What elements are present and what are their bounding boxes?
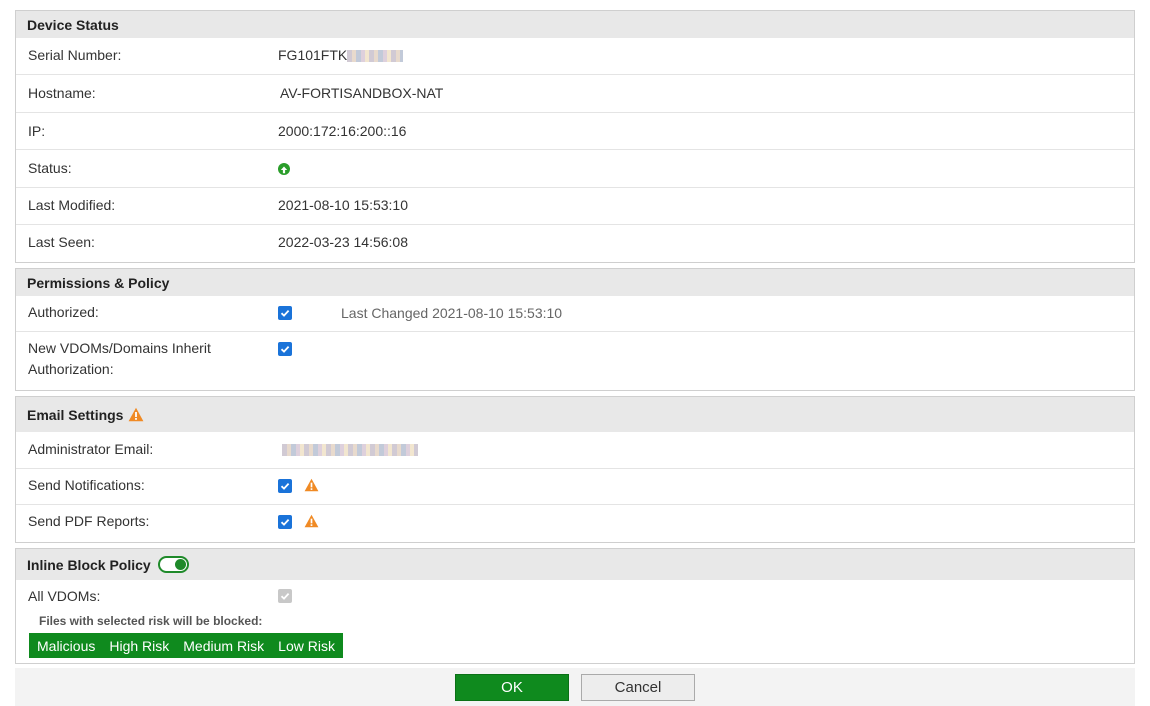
authorized-checkbox[interactable]: [278, 306, 292, 320]
send-notifications-checkbox[interactable]: [278, 479, 292, 493]
permissions-section: Permissions & Policy Authorized: Last Ch…: [15, 268, 1135, 391]
dialog-footer: OK Cancel: [15, 668, 1135, 706]
status-row: Status:: [16, 150, 1134, 188]
all-vdoms-label: All VDOMs:: [28, 588, 101, 604]
serial-number-label: Serial Number:: [28, 47, 122, 63]
ip-row: IP: 2000:172:16:200::16: [16, 113, 1134, 150]
redacted-email: [282, 444, 418, 456]
risk-level-bar: Malicious High Risk Medium Risk Low Risk: [29, 633, 343, 658]
redacted-block: [347, 50, 404, 63]
admin-email-row: Administrator Email:: [16, 432, 1134, 469]
risk-medium[interactable]: Medium Risk: [183, 638, 264, 654]
device-status-header: Device Status: [16, 11, 1134, 38]
device-status-section: Device Status Serial Number: FG101FTK Ho…: [15, 10, 1135, 263]
email-settings-title: Email Settings: [27, 406, 124, 423]
risk-high[interactable]: High Risk: [109, 638, 169, 654]
all-vdoms-checkbox: [278, 589, 292, 603]
ip-value: 2000:172:16:200::16: [278, 123, 407, 139]
last-modified-label: Last Modified:: [28, 197, 116, 213]
inline-block-toggle[interactable]: [157, 556, 189, 573]
warning-icon: [304, 478, 319, 492]
ok-button[interactable]: OK: [455, 674, 569, 701]
serial-number-row: Serial Number: FG101FTK: [16, 38, 1134, 75]
toggle-knob: [174, 559, 186, 570]
inherit-label-line1: New VDOMs/Domains Inherit: [28, 340, 211, 356]
authorized-row: Authorized: Last Changed 2021-08-10 15:5…: [16, 296, 1134, 332]
authorized-label: Authorized:: [28, 304, 99, 320]
send-pdf-reports-checkbox[interactable]: [278, 515, 292, 529]
arrow-up-circle-icon: [278, 163, 290, 175]
last-changed-text: Last Changed 2021-08-10 15:53:10: [341, 305, 563, 321]
last-seen-row: Last Seen: 2022-03-23 14:56:08: [16, 225, 1134, 262]
hostname-label: Hostname:: [28, 85, 96, 101]
serial-number-text: FG101FTK: [278, 47, 348, 63]
send-notifications-label: Send Notifications:: [28, 477, 145, 493]
device-status-title: Device Status: [27, 16, 119, 33]
inherit-authorization-checkbox[interactable]: [278, 342, 292, 356]
ip-label: IP:: [28, 123, 46, 139]
hostname-value: AV-FORTISANDBOX-NAT: [280, 85, 444, 101]
risk-malicious[interactable]: Malicious: [37, 638, 95, 654]
hostname-row: Hostname: AV-FORTISANDBOX-NAT: [16, 75, 1134, 113]
email-settings-section: Email Settings Administrator Email: Send…: [15, 396, 1135, 543]
all-vdoms-row: All VDOMs: Files with selected risk will…: [16, 580, 1134, 664]
inherit-authorization-label: New VDOMs/Domains Inherit Authorization:: [28, 338, 211, 380]
inherit-label-line2: Authorization:: [28, 361, 114, 377]
inline-block-policy-title: Inline Block Policy: [27, 556, 151, 573]
last-modified-row: Last Modified: 2021-08-10 15:53:10: [16, 188, 1134, 225]
warning-icon: [128, 407, 144, 422]
cancel-button[interactable]: Cancel: [581, 674, 695, 701]
inline-block-policy-header: Inline Block Policy: [16, 549, 1134, 580]
send-pdf-reports-row: Send PDF Reports:: [16, 505, 1134, 542]
inherit-authorization-row: New VDOMs/Domains Inherit Authorization:: [16, 332, 1134, 390]
last-seen-value: 2022-03-23 14:56:08: [278, 234, 408, 250]
email-settings-header: Email Settings: [16, 397, 1134, 432]
permissions-title: Permissions & Policy: [27, 274, 170, 291]
status-label: Status:: [28, 160, 72, 176]
files-note: Files with selected risk will be blocked…: [39, 614, 263, 628]
serial-number-value: FG101FTK: [278, 46, 404, 64]
risk-low[interactable]: Low Risk: [278, 638, 335, 654]
admin-email-label: Administrator Email:: [28, 441, 154, 457]
send-notifications-row: Send Notifications:: [16, 469, 1134, 505]
warning-icon: [304, 514, 319, 528]
permissions-header: Permissions & Policy: [16, 269, 1134, 296]
last-seen-label: Last Seen:: [28, 234, 95, 250]
last-modified-value: 2021-08-10 15:53:10: [278, 197, 408, 213]
inline-block-policy-section: Inline Block Policy All VDOMs: Files wit…: [15, 548, 1135, 664]
send-pdf-reports-label: Send PDF Reports:: [28, 513, 150, 529]
